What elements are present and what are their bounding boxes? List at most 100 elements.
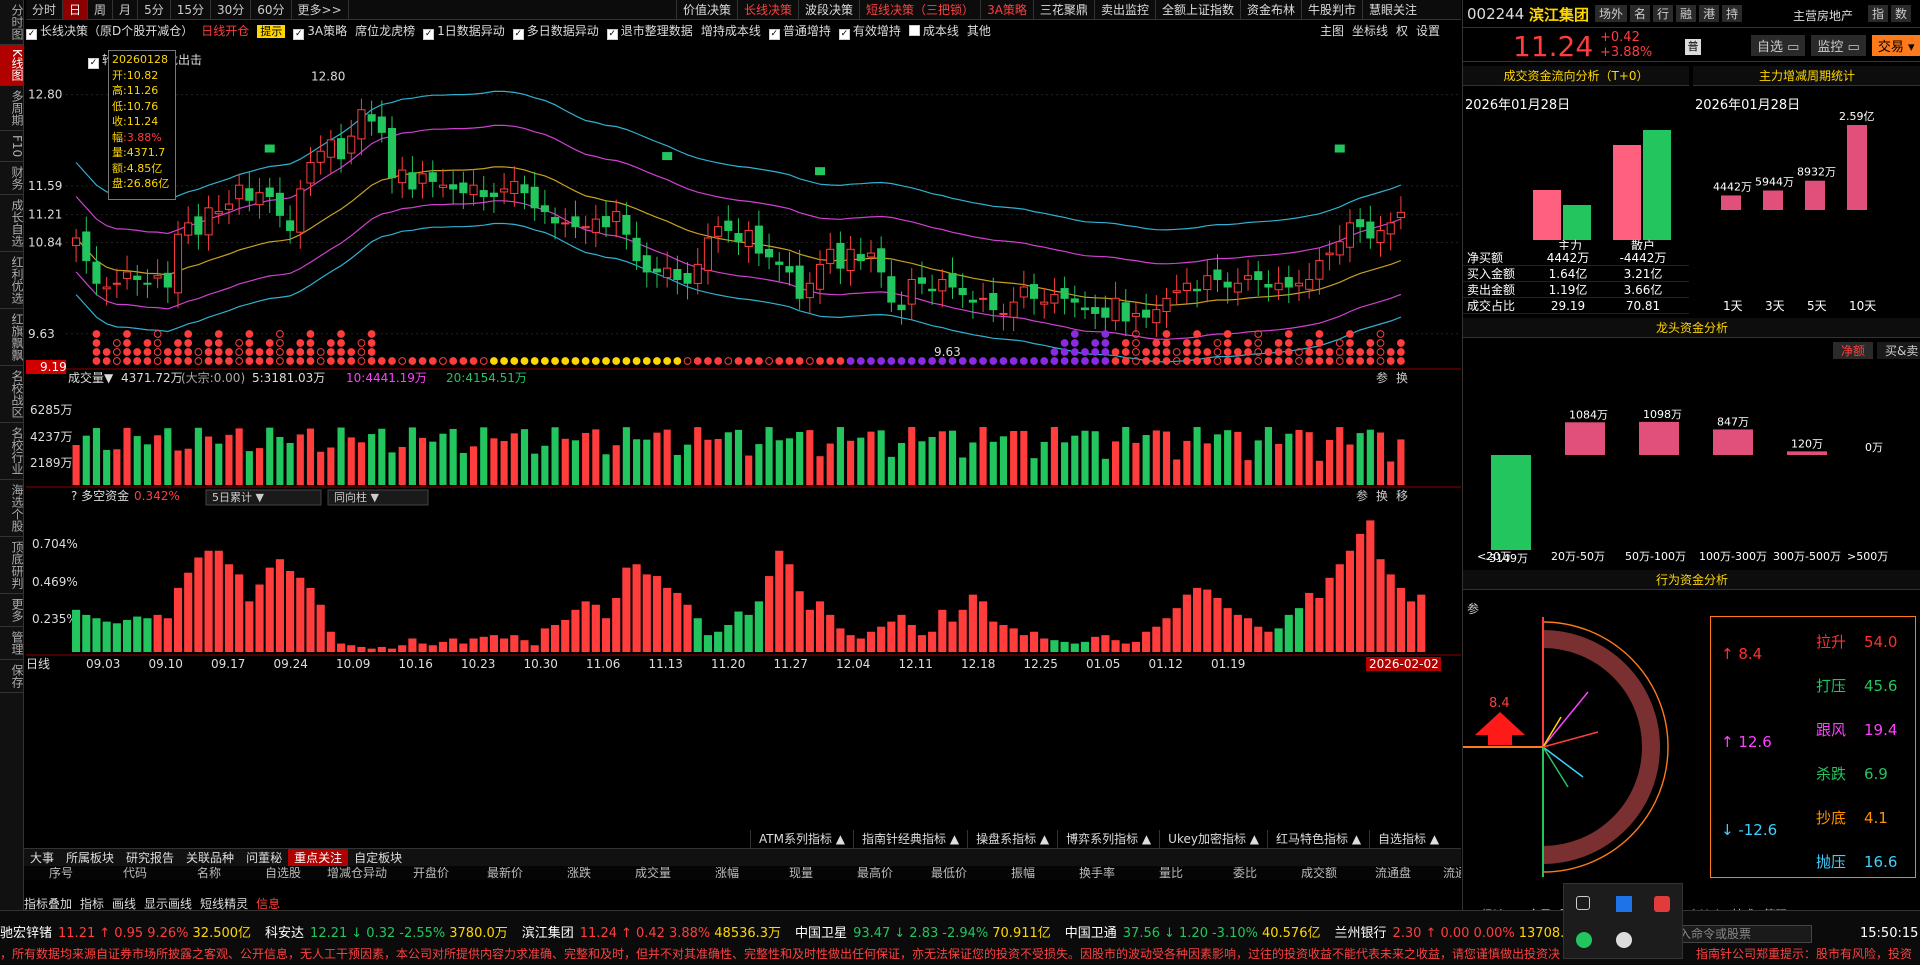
- indicator-tab[interactable]: 指南针经典指标 ▲: [853, 830, 967, 848]
- candle[interactable]: [214, 211, 223, 215]
- toolbar-option[interactable]: ✓ 长线决策（原D个股开减仓）: [26, 20, 193, 42]
- candle[interactable]: [968, 299, 977, 303]
- table-column-header[interactable]: 振幅: [986, 866, 1060, 880]
- candle[interactable]: [714, 226, 723, 237]
- table-column-header[interactable]: 流通市值: [1430, 866, 1461, 880]
- left-nav-item[interactable]: K线图: [0, 45, 24, 86]
- draw-tool[interactable]: 画线: [112, 897, 136, 911]
- chart-setting-button[interactable]: 主图: [1320, 24, 1344, 38]
- pane-tool-button[interactable]: 换: [1396, 371, 1408, 385]
- candle[interactable]: [683, 272, 692, 284]
- left-nav-item[interactable]: 成长自选: [0, 195, 24, 253]
- candle[interactable]: [846, 248, 855, 271]
- checkbox-icon[interactable]: ✓: [768, 29, 780, 40]
- candle[interactable]: [102, 286, 111, 290]
- candle[interactable]: [948, 272, 957, 288]
- candle[interactable]: [571, 216, 580, 228]
- candle[interactable]: [632, 237, 641, 262]
- tab-strategy[interactable]: 3A策略: [980, 0, 1033, 20]
- candle[interactable]: [459, 182, 468, 194]
- candle[interactable]: [489, 192, 498, 197]
- candle[interactable]: [785, 266, 794, 273]
- candle[interactable]: [428, 172, 437, 182]
- candle[interactable]: [245, 188, 254, 201]
- candle[interactable]: [469, 184, 478, 196]
- candle[interactable]: [1040, 301, 1049, 305]
- toolbar-option[interactable]: 席位龙虎榜: [355, 20, 415, 42]
- bottom-tab[interactable]: 所属板块: [60, 849, 120, 867]
- ticker-item[interactable]: 中国卫星 93.47 ↓ 2.83 -2.94% 70.911亿: [795, 925, 1051, 943]
- candle[interactable]: [1121, 302, 1130, 322]
- browser-icon[interactable]: [1616, 932, 1632, 948]
- bottom-tab[interactable]: 关联品种: [180, 849, 240, 867]
- quote-button[interactable]: 持: [1722, 5, 1743, 22]
- table-column-header[interactable]: 自选股: [246, 866, 320, 880]
- indicator-tab[interactable]: 自选指标 ▲: [1369, 830, 1447, 848]
- candle[interactable]: [958, 287, 967, 296]
- candle[interactable]: [255, 192, 264, 206]
- draw-tool[interactable]: 显示画线: [144, 897, 192, 911]
- candle[interactable]: [1029, 284, 1039, 299]
- checkbox-icon[interactable]: [908, 25, 920, 36]
- candle[interactable]: [581, 226, 590, 229]
- candle[interactable]: [693, 263, 702, 284]
- candle[interactable]: [326, 139, 335, 158]
- candle[interactable]: [418, 173, 427, 184]
- tab-strategy[interactable]: 牛股判市: [1300, 0, 1362, 20]
- candle[interactable]: [561, 222, 570, 225]
- dragon-tab[interactable]: 净额: [1833, 342, 1874, 359]
- bottom-tab[interactable]: 自定板块: [348, 849, 408, 867]
- tab-strategy[interactable]: 长线决策: [737, 0, 798, 20]
- candle[interactable]: [1172, 290, 1181, 293]
- tab-strategy[interactable]: 全额上证指数: [1154, 0, 1240, 20]
- candle[interactable]: [82, 231, 91, 262]
- app-icon[interactable]: [1654, 896, 1670, 912]
- toolbar-option[interactable]: 提示: [257, 20, 286, 43]
- left-nav-item[interactable]: 财务: [0, 162, 24, 196]
- table-column-header[interactable]: 序号: [24, 866, 98, 880]
- ticker-item[interactable]: 科安达 12.21 ↓ 0.32 -2.55% 3780.0万: [265, 925, 508, 943]
- candle[interactable]: [92, 261, 101, 284]
- candle[interactable]: [1050, 294, 1059, 304]
- candle[interactable]: [408, 172, 417, 190]
- table-column-header[interactable]: 成交量: [616, 866, 690, 880]
- table-column-header[interactable]: 名称: [172, 866, 246, 880]
- tab-period[interactable]: 60分: [251, 0, 292, 20]
- left-nav-item[interactable]: 红利优选: [0, 252, 24, 310]
- checkbox-icon[interactable]: ✓: [423, 29, 435, 40]
- left-nav-item[interactable]: 海选个股: [0, 480, 24, 538]
- candle[interactable]: [642, 255, 651, 273]
- left-nav-item[interactable]: 多周期: [0, 86, 24, 131]
- candle[interactable]: [724, 220, 733, 231]
- candle[interactable]: [601, 216, 611, 228]
- ticker-item[interactable]: 滨江集团 11.24 ↑ 0.42 3.88% 48536.3万: [522, 925, 781, 943]
- indicator-tab[interactable]: ATM系列指标 ▲: [750, 830, 853, 848]
- bottom-tab[interactable]: 大事: [24, 849, 60, 867]
- tab-period[interactable]: 15分: [171, 0, 211, 20]
- candle[interactable]: [703, 237, 712, 271]
- quote-button[interactable]: 数: [1891, 5, 1912, 22]
- table-column-header[interactable]: 流通盘: [1356, 866, 1430, 880]
- candle[interactable]: [112, 282, 121, 285]
- candle[interactable]: [1193, 288, 1202, 292]
- candle[interactable]: [856, 254, 865, 262]
- table-column-header[interactable]: 成交额: [1282, 866, 1356, 880]
- candle[interactable]: [357, 109, 366, 140]
- candle[interactable]: [367, 114, 376, 122]
- candle[interactable]: [795, 265, 804, 299]
- tab-strategy[interactable]: 价值决策: [676, 0, 737, 20]
- candle[interactable]: [1009, 301, 1018, 318]
- candle[interactable]: [1019, 286, 1028, 298]
- candle[interactable]: [1101, 307, 1110, 318]
- toolbar-option[interactable]: ✓ 3A策略: [293, 20, 347, 42]
- table-column-header[interactable]: 增减仓异动: [320, 866, 394, 880]
- candle[interactable]: [1274, 282, 1283, 291]
- candle[interactable]: [153, 275, 162, 279]
- candle[interactable]: [275, 192, 284, 216]
- candle[interactable]: [754, 225, 763, 254]
- candle[interactable]: [1315, 260, 1324, 280]
- candle[interactable]: [1070, 298, 1079, 303]
- candle[interactable]: [1396, 211, 1405, 219]
- toolbar-option[interactable]: ✓ 有效增持: [838, 20, 901, 42]
- table-column-header[interactable]: 代码: [98, 866, 172, 880]
